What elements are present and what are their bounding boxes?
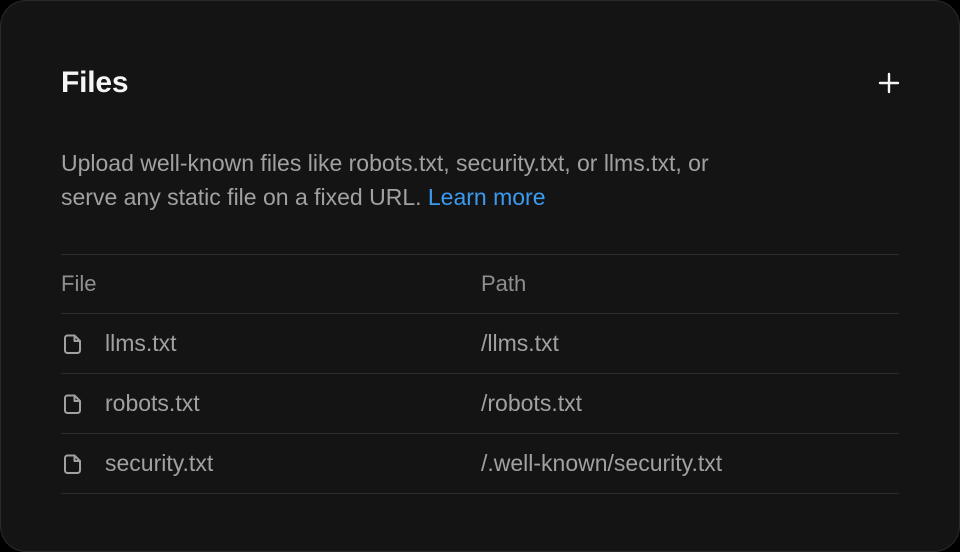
file-name: security.txt	[105, 450, 214, 476]
file-icon	[61, 452, 85, 476]
file-icon	[61, 332, 85, 356]
files-table: File Path llms.txt /llms.txt robots.txt …	[61, 254, 899, 494]
learn-more-link[interactable]: Learn more	[428, 184, 546, 210]
file-cell: robots.txt	[61, 390, 481, 417]
add-file-button[interactable]	[871, 65, 907, 101]
file-icon	[61, 392, 85, 416]
card-description: Upload well-known files like robots.txt,…	[61, 146, 761, 214]
file-cell: llms.txt	[61, 330, 481, 357]
column-header-path: Path	[481, 271, 527, 296]
table-header: File Path	[61, 255, 899, 314]
file-name: llms.txt	[105, 330, 177, 356]
table-row[interactable]: llms.txt /llms.txt	[61, 314, 899, 374]
table-row[interactable]: security.txt /.well-known/security.txt	[61, 434, 899, 494]
description-text: Upload well-known files like robots.txt,…	[61, 150, 709, 210]
plus-icon	[878, 72, 900, 94]
card-header: Files	[61, 63, 900, 103]
file-cell: security.txt	[61, 450, 481, 477]
column-header-file: File	[61, 271, 97, 296]
table-row[interactable]: robots.txt /robots.txt	[61, 374, 899, 434]
card-title: Files	[61, 66, 129, 99]
files-card: Files Upload well-known files like robot…	[0, 0, 960, 552]
file-path: /llms.txt	[481, 330, 559, 356]
file-name: robots.txt	[105, 390, 200, 416]
file-path: /robots.txt	[481, 390, 582, 416]
file-path: /.well-known/security.txt	[481, 450, 723, 476]
